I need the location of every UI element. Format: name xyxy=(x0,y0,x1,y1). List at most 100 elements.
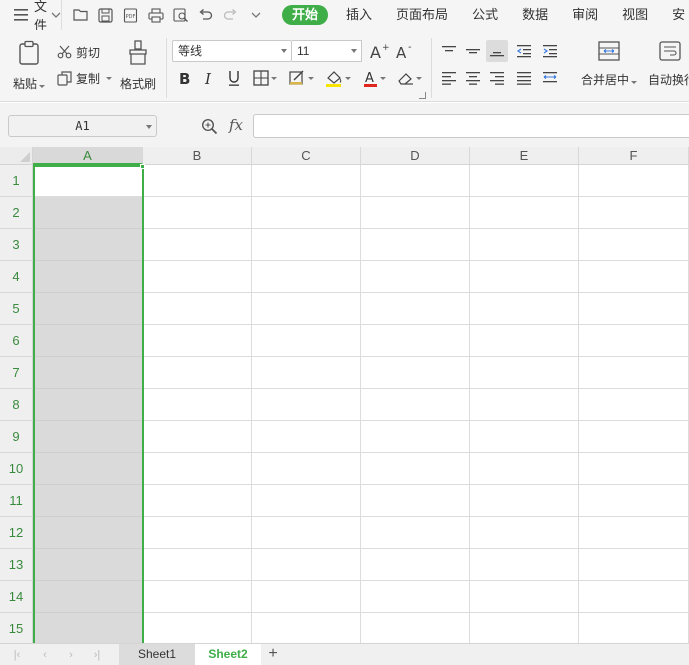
cell-a15[interactable] xyxy=(33,613,143,643)
cell-b13[interactable] xyxy=(143,549,252,581)
cell-a9[interactable] xyxy=(33,421,143,453)
cell-d8[interactable] xyxy=(361,389,470,421)
save-icon[interactable] xyxy=(95,4,116,26)
cell-c3[interactable] xyxy=(252,229,361,261)
tab-view[interactable]: 视图 xyxy=(610,0,660,30)
cell-c6[interactable] xyxy=(252,325,361,357)
row-header-10[interactable]: 10 xyxy=(0,453,33,485)
underline-icon[interactable] xyxy=(223,67,245,89)
cell-c5[interactable] xyxy=(252,293,361,325)
cell-a13[interactable] xyxy=(33,549,143,581)
fill-handle[interactable] xyxy=(140,164,145,169)
row-header-11[interactable]: 11 xyxy=(0,485,33,517)
cell-d12[interactable] xyxy=(361,517,470,549)
bold-icon[interactable]: B xyxy=(173,67,195,89)
copy-button[interactable]: 复制 xyxy=(57,68,113,88)
cell-e2[interactable] xyxy=(470,197,579,229)
cell-e4[interactable] xyxy=(470,261,579,293)
cell-a10[interactable] xyxy=(33,453,143,485)
cell-a2[interactable] xyxy=(33,197,143,229)
cell-d2[interactable] xyxy=(361,197,470,229)
sheet-tab-sheet1[interactable]: Sheet1 xyxy=(119,644,195,665)
cell-e15[interactable] xyxy=(470,613,579,643)
tab-review[interactable]: 审阅 xyxy=(560,0,610,30)
cell-a6[interactable] xyxy=(33,325,143,357)
cell-a11[interactable] xyxy=(33,485,143,517)
cell-f2[interactable] xyxy=(579,197,689,229)
align-middle-icon[interactable] xyxy=(462,40,484,62)
row-header-9[interactable]: 9 xyxy=(0,421,33,453)
increase-font-size-icon[interactable]: A + xyxy=(368,40,390,62)
cell-b11[interactable] xyxy=(143,485,252,517)
cell-c8[interactable] xyxy=(252,389,361,421)
cell-e6[interactable] xyxy=(470,325,579,357)
cell-d7[interactable] xyxy=(361,357,470,389)
cell-b5[interactable] xyxy=(143,293,252,325)
row-header-7[interactable]: 7 xyxy=(0,357,33,389)
align-right-icon[interactable] xyxy=(486,67,508,89)
select-all-corner[interactable] xyxy=(0,147,33,165)
name-box[interactable]: A1 xyxy=(8,115,157,137)
cell-f11[interactable] xyxy=(579,485,689,517)
cell-d5[interactable] xyxy=(361,293,470,325)
cell-f3[interactable] xyxy=(579,229,689,261)
cell-e3[interactable] xyxy=(470,229,579,261)
row-header-15[interactable]: 15 xyxy=(0,613,33,643)
cell-f5[interactable] xyxy=(579,293,689,325)
tab-security[interactable]: 安 xyxy=(660,0,689,30)
cell-b10[interactable] xyxy=(143,453,252,485)
cell-e1[interactable] xyxy=(470,165,579,197)
cell-b6[interactable] xyxy=(143,325,252,357)
merge-dropdown-icon[interactable] xyxy=(631,81,637,84)
cell-e8[interactable] xyxy=(470,389,579,421)
align-left-icon[interactable] xyxy=(438,67,460,89)
tab-home[interactable]: 开始 xyxy=(282,5,329,25)
column-header-f[interactable]: F xyxy=(579,147,689,165)
cell-c13[interactable] xyxy=(252,549,361,581)
cell-d4[interactable] xyxy=(361,261,470,293)
add-sheet-button[interactable]: + xyxy=(263,644,283,665)
cell-e10[interactable] xyxy=(470,453,579,485)
clear-format-icon[interactable] xyxy=(394,67,424,89)
cell-e13[interactable] xyxy=(470,549,579,581)
next-sheet-icon[interactable]: › xyxy=(64,648,78,662)
row-header-4[interactable]: 4 xyxy=(0,261,33,293)
row-header-1[interactable]: 1 xyxy=(0,165,33,197)
cell-f10[interactable] xyxy=(579,453,689,485)
cell-d3[interactable] xyxy=(361,229,470,261)
cell-a7[interactable] xyxy=(33,357,143,389)
cell-a3[interactable] xyxy=(33,229,143,261)
cell-c14[interactable] xyxy=(252,581,361,613)
cell-a5[interactable] xyxy=(33,293,143,325)
font-color-icon[interactable]: A xyxy=(359,67,389,89)
cell-c12[interactable] xyxy=(252,517,361,549)
insert-function-button[interactable]: fx xyxy=(229,116,243,134)
cell-d13[interactable] xyxy=(361,549,470,581)
cell-b4[interactable] xyxy=(143,261,252,293)
decrease-indent-icon[interactable] xyxy=(513,40,535,62)
tab-formulas[interactable]: 公式 xyxy=(460,0,510,30)
auto-wrap-button[interactable]: 自动换行 xyxy=(648,40,689,92)
cell-d9[interactable] xyxy=(361,421,470,453)
customize-toolbar-icon[interactable] xyxy=(245,4,266,26)
cell-d10[interactable] xyxy=(361,453,470,485)
cell-e12[interactable] xyxy=(470,517,579,549)
fill-color-icon[interactable] xyxy=(322,67,354,89)
row-header-8[interactable]: 8 xyxy=(0,389,33,421)
print-preview-icon[interactable] xyxy=(170,4,191,26)
italic-icon[interactable]: I xyxy=(198,67,220,89)
merge-center-button[interactable]: 合并居中 xyxy=(578,40,640,92)
cell-f14[interactable] xyxy=(579,581,689,613)
cell-b7[interactable] xyxy=(143,357,252,389)
last-sheet-icon[interactable]: ›| xyxy=(90,648,104,662)
cell-f12[interactable] xyxy=(579,517,689,549)
row-header-2[interactable]: 2 xyxy=(0,197,33,229)
cell-b15[interactable] xyxy=(143,613,252,643)
cell-f13[interactable] xyxy=(579,549,689,581)
distributed-align-icon[interactable] xyxy=(539,67,561,89)
cell-a1[interactable] xyxy=(33,165,143,197)
redo-icon[interactable] xyxy=(220,4,241,26)
row-header-12[interactable]: 12 xyxy=(0,517,33,549)
row-header-5[interactable]: 5 xyxy=(0,293,33,325)
format-painter-button[interactable]: 格式刷 xyxy=(118,40,158,92)
